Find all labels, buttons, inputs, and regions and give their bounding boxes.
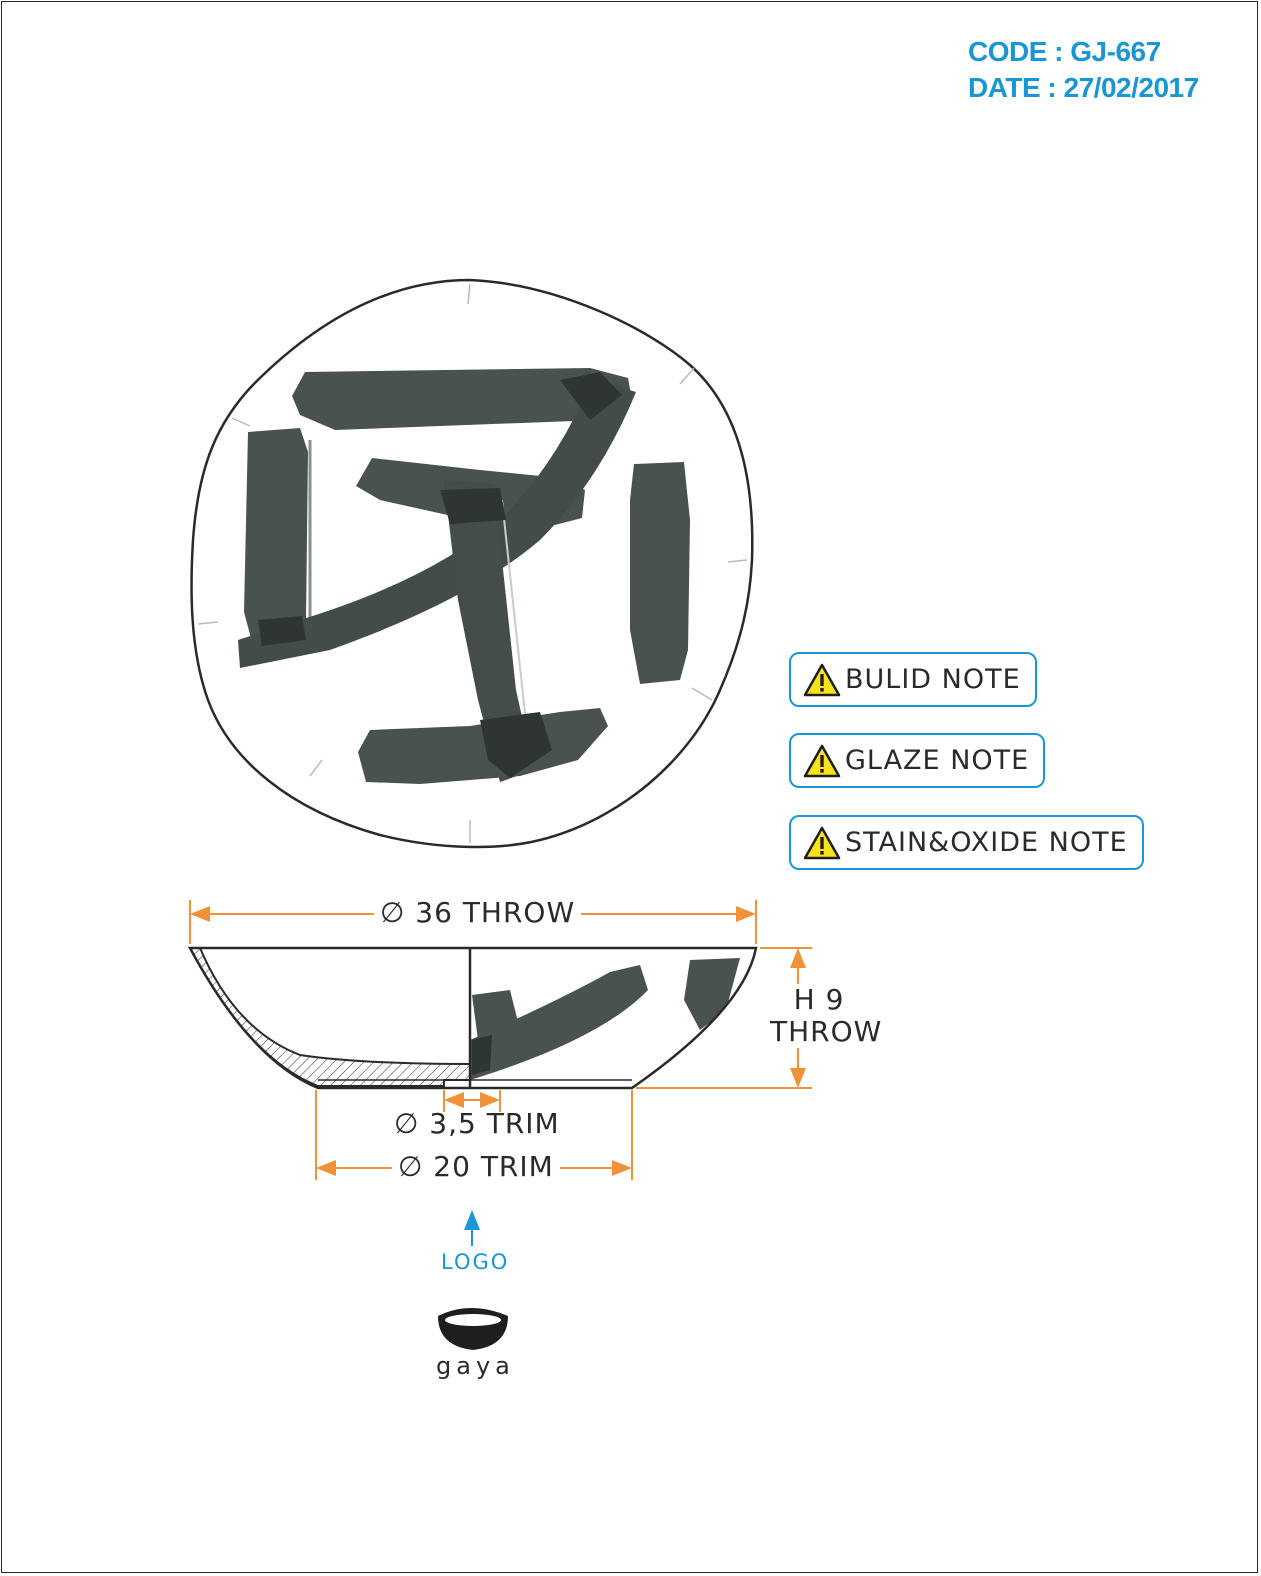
- build-note-button[interactable]: BULID NOTE: [789, 652, 1037, 707]
- stain-oxide-note-button[interactable]: STAIN&OXIDE NOTE: [789, 815, 1144, 870]
- diameter-throw-label: ∅ 36 THROW: [374, 897, 582, 929]
- glaze-note-label: GLAZE NOTE: [845, 745, 1030, 776]
- height-label: H 9 THROW: [766, 983, 883, 1048]
- warning-icon: [803, 744, 841, 777]
- section-glaze: [470, 958, 740, 1080]
- stain-oxide-note-label: STAIN&OXIDE NOTE: [845, 827, 1128, 858]
- bowl-top-view: [190, 278, 754, 849]
- height-method: THROW: [770, 1015, 883, 1048]
- build-note-label: BULID NOTE: [845, 664, 1021, 695]
- gaya-logo-icon: [438, 1308, 508, 1350]
- brush-stroke-right: [630, 462, 690, 684]
- glaze-note-button[interactable]: GLAZE NOTE: [789, 733, 1046, 788]
- warning-icon: [803, 826, 841, 859]
- section-hatch: [188, 947, 471, 1087]
- technical-drawing: [187, 278, 812, 1350]
- foot-hole-trim-label: ∅ 3,5 TRIM: [394, 1107, 560, 1140]
- logo-label: LOGO: [441, 1250, 510, 1274]
- foot-trim-label: ∅ 20 TRIM: [392, 1151, 560, 1183]
- height-value: H 9: [793, 983, 845, 1016]
- brush-stroke-left: [244, 428, 308, 642]
- bowl-section-view: [187, 946, 758, 1090]
- brand-name: gaya: [436, 1352, 515, 1380]
- warning-icon: [803, 663, 841, 696]
